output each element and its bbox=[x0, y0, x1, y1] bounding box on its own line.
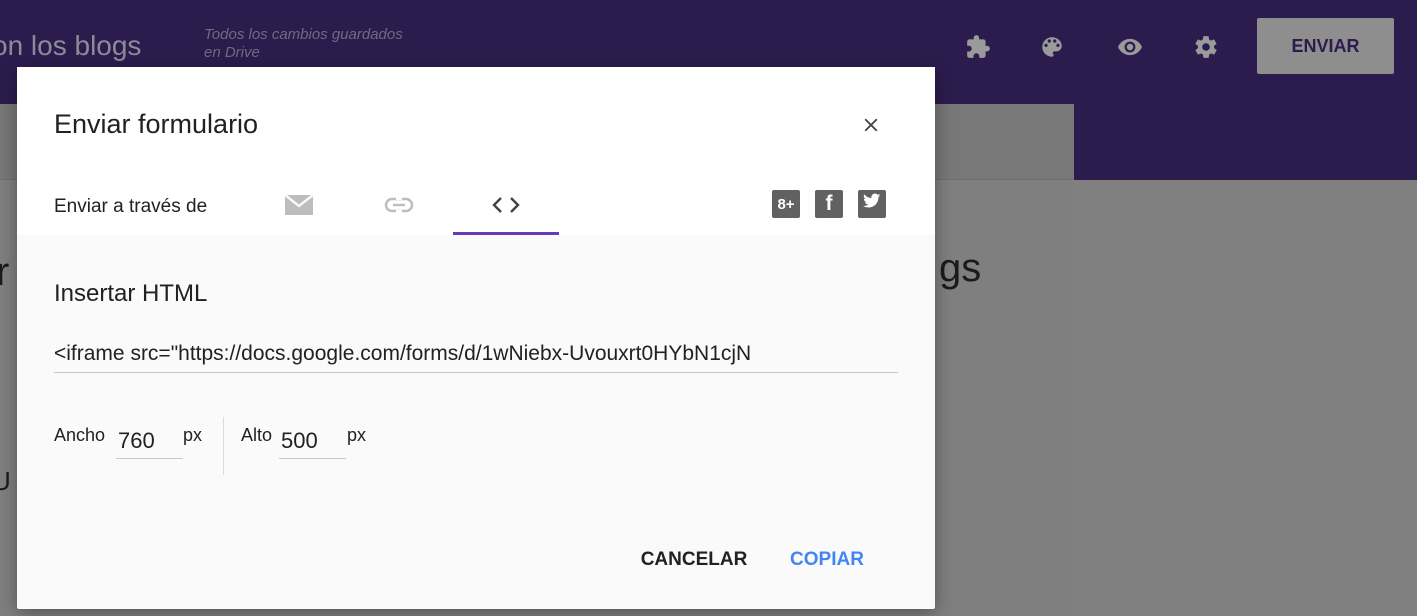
tab-embed[interactable] bbox=[473, 179, 539, 235]
save-status-line-2: en Drive bbox=[204, 44, 260, 61]
twitter-icon bbox=[863, 193, 881, 215]
save-status: Todos los cambios guardados en Drive bbox=[204, 26, 403, 62]
tab-selected-indicator bbox=[453, 232, 559, 235]
twitter-share-button[interactable] bbox=[858, 190, 886, 218]
link-icon bbox=[384, 195, 414, 219]
gear-icon[interactable] bbox=[1189, 30, 1223, 64]
height-label: Alto bbox=[241, 425, 273, 445]
eye-icon[interactable] bbox=[1113, 30, 1147, 64]
puzzle-icon[interactable] bbox=[961, 30, 995, 64]
bg-body-fragment: U bbox=[0, 466, 11, 496]
send-via-label: Enviar a través de bbox=[54, 196, 208, 217]
tab-email[interactable] bbox=[269, 179, 329, 235]
google-plus-share-button[interactable]: 8+ bbox=[772, 190, 800, 218]
close-icon[interactable] bbox=[853, 107, 889, 143]
facebook-icon: f bbox=[825, 192, 833, 215]
send-form-dialog: Enviar formulario Enviar a través de 8+ … bbox=[17, 67, 935, 609]
width-input[interactable] bbox=[116, 417, 183, 459]
copy-button[interactable]: COPIAR bbox=[777, 542, 877, 578]
mail-icon bbox=[283, 193, 315, 222]
bg-form-title-fragment: r bbox=[0, 250, 10, 294]
facebook-share-button[interactable]: f bbox=[815, 190, 843, 218]
send-button[interactable]: ENVIAR bbox=[1257, 18, 1394, 74]
palette-icon[interactable] bbox=[1035, 30, 1069, 64]
form-title: on los blogs bbox=[0, 30, 142, 61]
height-unit: px bbox=[347, 425, 367, 445]
tab-link[interactable] bbox=[369, 179, 429, 235]
width-label: Ancho bbox=[54, 425, 106, 445]
embed-section-title: Insertar HTML bbox=[54, 280, 208, 307]
width-unit: px bbox=[183, 425, 203, 445]
code-icon bbox=[491, 195, 521, 220]
bg-form-title-fragment-right: gs bbox=[939, 246, 982, 290]
google-plus-icon: 8+ bbox=[777, 195, 795, 213]
height-input[interactable] bbox=[279, 417, 346, 459]
embed-code-field[interactable] bbox=[54, 335, 898, 373]
dialog-title: Enviar formulario bbox=[54, 109, 259, 139]
dimension-divider bbox=[223, 417, 224, 475]
cancel-button[interactable]: CANCELAR bbox=[629, 542, 759, 578]
save-status-line-1: Todos los cambios guardados bbox=[204, 26, 403, 43]
